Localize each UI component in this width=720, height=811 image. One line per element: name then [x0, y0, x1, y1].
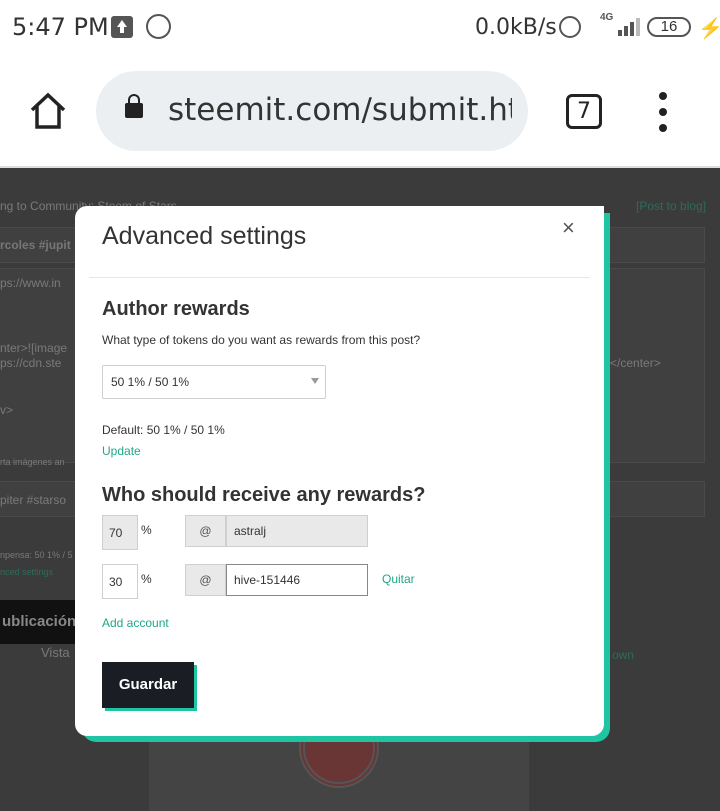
bg-tags-fragment-2: piter #starso: [0, 493, 67, 507]
bg-body-fragment-3: ps://cdn.ste: [0, 356, 62, 370]
signal-icon: [608, 18, 640, 36]
beneficiary-percent-input: 70: [102, 515, 138, 550]
bg-preview-fragment: Vista: [41, 645, 70, 660]
chevron-down-icon: [311, 378, 319, 384]
update-link[interactable]: Update: [102, 444, 141, 458]
advanced-settings-modal: Advanced settings × Author rewards What …: [75, 206, 604, 736]
whatsapp-icon: [146, 14, 171, 39]
bg-reward-fragment: npensa: 50 1% / 5: [0, 550, 73, 560]
charging-icon: ⚡: [698, 18, 720, 40]
author-rewards-question: What type of tokens do you want as rewar…: [102, 333, 421, 347]
browser-toolbar: steemit.com/submit.html 7: [0, 54, 720, 168]
remove-beneficiary-link[interactable]: Quitar: [382, 572, 415, 586]
beneficiaries-heading: Who should receive any rewards?: [102, 484, 426, 506]
url-text[interactable]: steemit.com/submit.html: [168, 92, 512, 128]
at-sign-addon: @: [185, 564, 226, 596]
save-button[interactable]: Guardar: [102, 662, 194, 708]
beneficiary-account-input: astralj: [226, 515, 368, 547]
percent-sign: %: [141, 572, 152, 586]
add-account-link[interactable]: Add account: [102, 616, 169, 630]
home-icon-svg: [30, 92, 66, 129]
bg-tags-fragment: rcoles #jupit: [0, 238, 71, 252]
lock-icon: [125, 94, 143, 118]
status-bar: 5:47 PM 0.0kB/s 4G 16 ⚡: [0, 0, 720, 54]
tab-switcher-button[interactable]: 7: [566, 94, 602, 129]
status-time: 5:47 PM: [12, 13, 109, 41]
author-rewards-heading: Author rewards: [102, 298, 250, 320]
at-sign-addon: @: [185, 515, 226, 547]
bg-body-fragment-4: </center>: [610, 356, 661, 370]
upload-icon: [111, 16, 133, 38]
percent-sign: %: [141, 523, 152, 537]
bg-markdown-fragment: own: [612, 648, 635, 662]
bg-post-to-blog: [Post to blog]: [636, 199, 707, 213]
alarm-icon: [559, 16, 581, 38]
overflow-menu-icon[interactable]: [656, 92, 670, 132]
reward-type-selected: 50 1% / 50 1%: [111, 375, 190, 389]
bg-body-fragment-1: ps://www.in: [0, 276, 61, 290]
reward-type-select[interactable]: 50 1% / 50 1%: [102, 365, 326, 399]
modal-title: Advanced settings: [102, 222, 307, 250]
close-icon[interactable]: ×: [562, 215, 575, 241]
beneficiary-account-input[interactable]: hive-151446: [226, 564, 368, 596]
bg-body-fragment-6: rta imágenes an: [0, 457, 65, 467]
address-bar[interactable]: steemit.com/submit.html: [96, 71, 528, 151]
default-reward-text: Default: 50 1% / 50 1%: [102, 423, 225, 437]
bg-publish-button: ublicación: [0, 600, 78, 644]
battery-icon: 16: [647, 17, 691, 37]
modal-divider: [89, 277, 590, 278]
bg-body-fragment-5: v>: [0, 403, 14, 417]
bg-body-fragment-2: nter>![image: [0, 341, 68, 355]
bg-advanced-fragment: nced settings: [0, 567, 54, 577]
beneficiary-percent-input[interactable]: 30: [102, 564, 138, 599]
network-speed: 0.0kB/s: [475, 15, 557, 40]
home-icon[interactable]: [28, 91, 68, 131]
